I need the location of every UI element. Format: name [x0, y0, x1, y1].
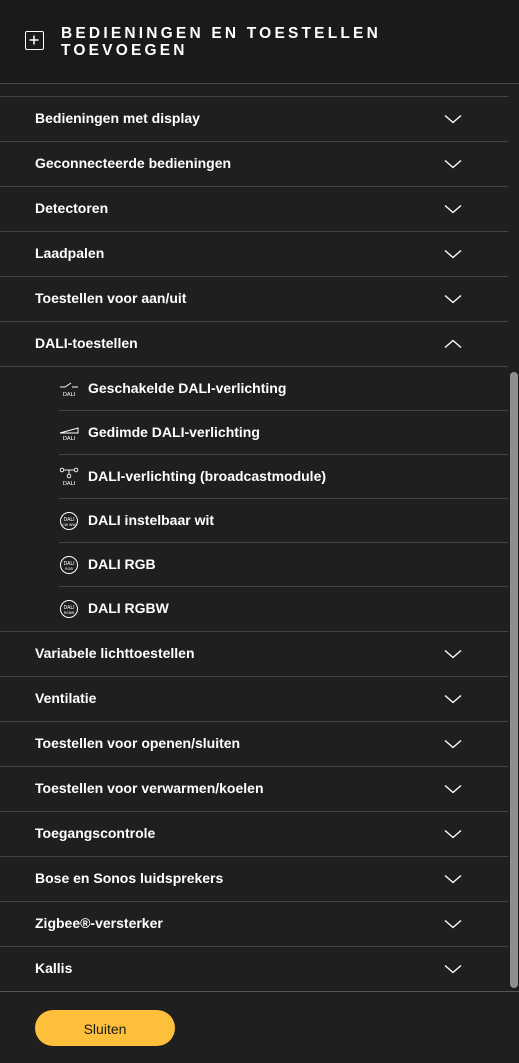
- subitem-label: DALI-verlichting (broadcastmodule): [88, 468, 327, 484]
- dali-rgb-icon: DALI RGB: [60, 556, 78, 574]
- dialog-footer: Sluiten: [0, 991, 519, 1063]
- category-kallis[interactable]: Kallis: [0, 947, 508, 992]
- dali-broadcast-icon: DALI: [59, 467, 79, 487]
- category-toestellen-voor-aan-uit[interactable]: Toestellen voor aan/uit: [0, 277, 508, 322]
- chevron-down-icon: [444, 204, 462, 214]
- category-label: Detectoren: [35, 200, 109, 216]
- category-bose-en-sonos-luidsprekers[interactable]: Bose en Sonos luidsprekers: [0, 857, 508, 902]
- category-dali-toestellen[interactable]: DALI-toestellen: [0, 322, 508, 367]
- category-label: Toestellen voor openen/sluiten: [35, 735, 241, 751]
- category-toestellen-voor-verwarmen-koelen[interactable]: Toestellen voor verwarmen/koelen: [0, 767, 508, 812]
- svg-text:DALI: DALI: [63, 481, 76, 487]
- dialog-title: BEDIENINGEN EN TOESTELLEN TOEVOEGEN: [61, 25, 381, 59]
- dali-switched-icon: DALI: [60, 382, 78, 398]
- close-button[interactable]: Sluiten: [35, 1010, 175, 1046]
- svg-text:RGB: RGB: [65, 567, 73, 571]
- category-label: Bedieningen met display: [35, 110, 200, 126]
- dali-subitems: DALI Geschakelde DALI-verlichting DALI G…: [0, 367, 508, 632]
- category-toegangscontrole[interactable]: Toegangscontrole: [0, 812, 508, 857]
- dali-cwww-icon: DALI CW WW: [60, 512, 78, 530]
- category-label: Bose en Sonos luidsprekers: [35, 870, 224, 886]
- subitem-label: DALI RGBW: [88, 600, 169, 616]
- chevron-down-icon: [444, 964, 462, 974]
- subitem-label: Geschakelde DALI-verlichting: [88, 380, 287, 396]
- category-label: Laadpalen: [35, 245, 105, 261]
- scrollbar-thumb[interactable]: [510, 372, 518, 988]
- subitem-label: DALI RGB: [88, 556, 156, 572]
- svg-text:DALI: DALI: [63, 436, 76, 442]
- chevron-down-icon: [444, 249, 462, 259]
- chevron-down-icon: [444, 829, 462, 839]
- category-toestellen-voor-openen-sluiten[interactable]: Toestellen voor openen/sluiten: [0, 722, 508, 767]
- subitem-dali-instelbaar-wit[interactable]: DALI CW WW DALI instelbaar wit: [59, 499, 508, 543]
- chevron-down-icon: [444, 919, 462, 929]
- svg-text:DALI: DALI: [63, 392, 76, 398]
- subitem-geschakelde-dali[interactable]: DALI Geschakelde DALI-verlichting: [59, 367, 508, 411]
- category-laadpalen[interactable]: Laadpalen: [0, 232, 508, 277]
- category-label: Variabele lichttoestellen: [35, 645, 195, 661]
- category-label: Zigbee®-versterker: [35, 915, 163, 931]
- subitem-broadcast-dali[interactable]: DALI DALI-verlichting (broadcastmodule): [59, 455, 508, 499]
- chevron-down-icon: [444, 294, 462, 304]
- chevron-down-icon: [444, 694, 462, 704]
- subitem-label: DALI instelbaar wit: [88, 512, 215, 528]
- category-ventilatie[interactable]: Ventilatie: [0, 677, 508, 722]
- category-variabele-lichttoestellen[interactable]: Variabele lichttoestellen: [0, 632, 508, 677]
- category-label: Toegangscontrole: [35, 825, 156, 841]
- svg-text:RGBW: RGBW: [64, 611, 75, 615]
- svg-text:CW WW: CW WW: [62, 523, 76, 527]
- add-icon: [25, 31, 44, 50]
- category-label: Toestellen voor verwarmen/koelen: [35, 780, 264, 796]
- chevron-down-icon: [444, 874, 462, 884]
- subitem-label: Gedimde DALI-verlichting: [88, 424, 260, 440]
- subitem-dali-rgbw[interactable]: DALI RGBW DALI RGBW: [59, 587, 508, 631]
- category-list[interactable]: Bedieningen met display Geconnecteerde be…: [0, 96, 508, 992]
- category-detectoren[interactable]: Detectoren: [0, 187, 508, 232]
- category-bedieningen-met-display[interactable]: Bedieningen met display: [0, 97, 508, 142]
- subitem-dali-rgb[interactable]: DALI RGB DALI RGB: [59, 543, 508, 587]
- chevron-down-icon: [444, 649, 462, 659]
- chevron-down-icon: [444, 784, 462, 794]
- dialog-header: BEDIENINGEN EN TOESTELLEN TOEVOEGEN: [0, 0, 519, 84]
- dali-rgbw-icon: DALI RGBW: [60, 600, 78, 618]
- category-zigbee-versterker[interactable]: Zigbee®-versterker: [0, 902, 508, 947]
- chevron-down-icon: [444, 159, 462, 169]
- category-geconnecteerde-bedieningen[interactable]: Geconnecteerde bedieningen: [0, 142, 508, 187]
- dali-dimmed-icon: DALI: [59, 427, 79, 442]
- category-label: DALI-toestellen: [35, 335, 138, 351]
- category-label: Ventilatie: [35, 690, 97, 706]
- category-label: Kallis: [35, 960, 73, 976]
- chevron-up-icon: [444, 339, 462, 349]
- subitem-gedimde-dali[interactable]: DALI Gedimde DALI-verlichting: [59, 411, 508, 455]
- category-label: Geconnecteerde bedieningen: [35, 155, 232, 171]
- category-label: Toestellen voor aan/uit: [35, 290, 187, 306]
- chevron-down-icon: [444, 739, 462, 749]
- chevron-down-icon: [444, 114, 462, 124]
